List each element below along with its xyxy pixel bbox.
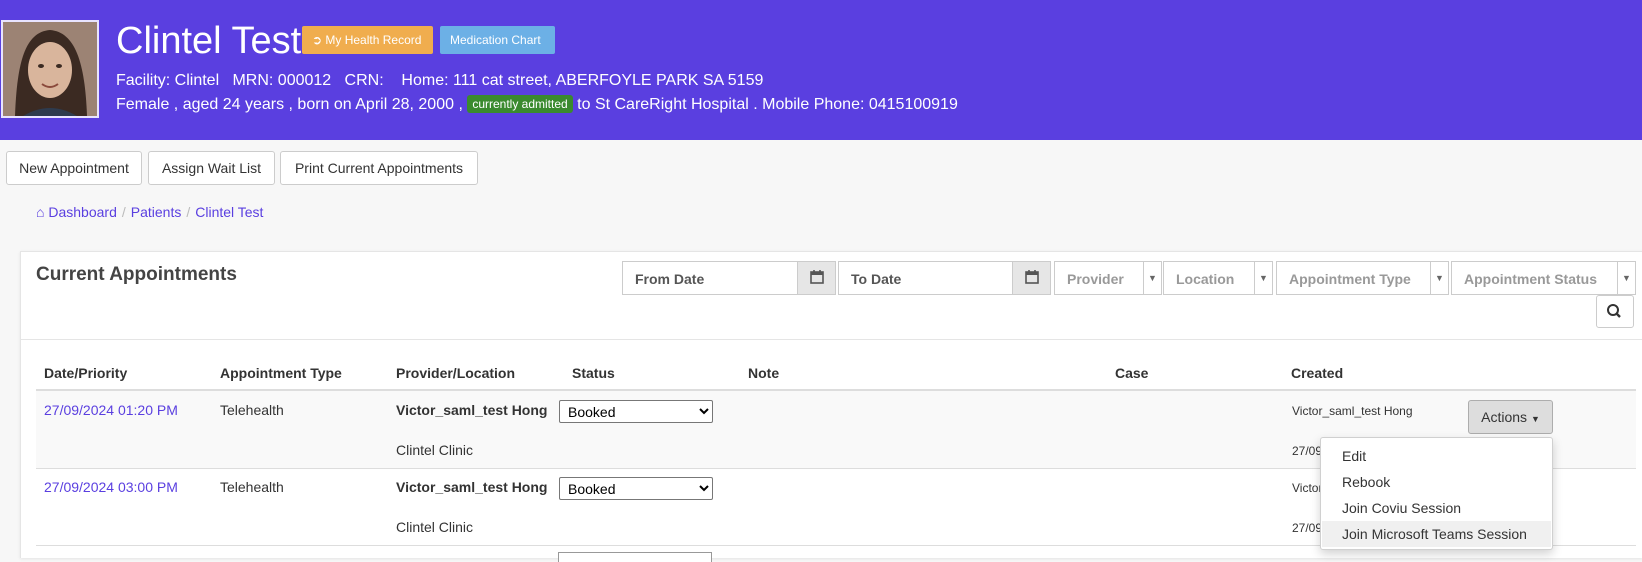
caret-down-icon: ▼ [1254, 262, 1272, 294]
assign-wait-list-button[interactable]: Assign Wait List [148, 151, 275, 185]
breadcrumb: ⌂ Dashboard / Patients / Clintel Test [36, 204, 263, 220]
caret-down-icon: ▼ [1143, 262, 1161, 294]
created-by: Victor_saml_test Hong [1292, 404, 1413, 418]
actions-button[interactable]: Actions ▼ [1468, 400, 1553, 434]
search-icon [1607, 304, 1621, 318]
menu-item-edit[interactable]: Edit [1322, 443, 1551, 469]
header-type: Appointment Type [220, 365, 342, 381]
search-button[interactable] [1596, 295, 1634, 328]
admitted-badge: currently admitted [467, 95, 573, 113]
print-current-appointments-button[interactable]: Print Current Appointments [280, 151, 478, 185]
menu-item-rebook[interactable]: Rebook [1322, 469, 1551, 495]
breadcrumb-patients[interactable]: Patients [131, 204, 182, 220]
caret-down-icon: ▼ [1617, 262, 1635, 294]
calendar-icon[interactable] [797, 262, 835, 294]
provider-name: Victor_saml_test Hong [396, 402, 548, 418]
home-icon: ⌂ [36, 204, 45, 220]
created-by: Victor [1292, 481, 1323, 495]
patient-name: Clintel Test [116, 20, 302, 62]
calendar-icon[interactable] [1012, 262, 1050, 294]
header-status: Status [572, 365, 615, 381]
patient-details-line: Facility: Clintel MRN: 000012 CRN: Home:… [116, 72, 764, 89]
menu-item-join-coviu[interactable]: Join Coviu Session [1322, 495, 1551, 521]
header-case: Case [1115, 365, 1149, 381]
location-name: Clintel Clinic [396, 519, 474, 535]
actions-dropdown-menu: Edit Rebook Join Coviu Session Join Micr… [1320, 437, 1553, 550]
new-appointment-button[interactable]: New Appointment [6, 151, 142, 185]
caret-down-icon: ▼ [1430, 262, 1448, 294]
breadcrumb-dashboard[interactable]: Dashboard [48, 204, 117, 220]
menu-item-join-teams[interactable]: Join Microsoft Teams Session [1322, 521, 1551, 547]
location-name: Clintel Clinic [396, 442, 474, 458]
status-select[interactable]: Booked [559, 400, 713, 423]
medication-chart-button[interactable]: Medication Chart [440, 26, 555, 54]
header-note: Note [748, 365, 780, 381]
panel-divider [20, 339, 1642, 340]
caret-down-icon: ▼ [1530, 414, 1540, 424]
appointment-status-select[interactable]: Appointment Status ▼ [1451, 261, 1636, 295]
appointment-date-link[interactable]: 27/09/2024 01:20 PM [44, 402, 178, 418]
appointment-type: Telehealth [220, 402, 284, 418]
patient-avatar [1, 20, 99, 118]
header-date: Date/Priority [44, 365, 128, 381]
location-select[interactable]: Location ▼ [1163, 261, 1273, 295]
patient-demographics-line: Female , aged 24 years , born on April 2… [116, 95, 958, 113]
breadcrumb-patient[interactable]: Clintel Test [195, 204, 263, 220]
appointment-type-select[interactable]: Appointment Type ▼ [1276, 261, 1449, 295]
created-date: 27/09 [1292, 444, 1323, 458]
patient-header: Clintel Test ➲ My Health Record Medicati… [0, 0, 1642, 140]
created-date: 27/09 [1292, 521, 1323, 535]
panel-title: Current Appointments [36, 264, 237, 285]
to-date-input[interactable]: To Date [838, 261, 1051, 295]
breadcrumb-separator: / [186, 204, 191, 220]
header-created: Created [1291, 365, 1344, 381]
appointment-date-link[interactable]: 27/09/2024 03:00 PM [44, 479, 178, 495]
arrow-circle-icon: ➲ [312, 33, 326, 47]
provider-name: Victor_saml_test Hong [396, 479, 548, 495]
my-health-record-button[interactable]: ➲ My Health Record [302, 26, 433, 54]
status-select[interactable] [558, 552, 712, 562]
appointment-type: Telehealth [220, 479, 284, 495]
header-provider: Provider/Location [396, 365, 516, 381]
provider-select[interactable]: Provider ▼ [1054, 261, 1162, 295]
status-select[interactable]: Booked [559, 477, 713, 500]
from-date-input[interactable]: From Date [622, 261, 836, 295]
breadcrumb-separator: / [121, 204, 126, 220]
